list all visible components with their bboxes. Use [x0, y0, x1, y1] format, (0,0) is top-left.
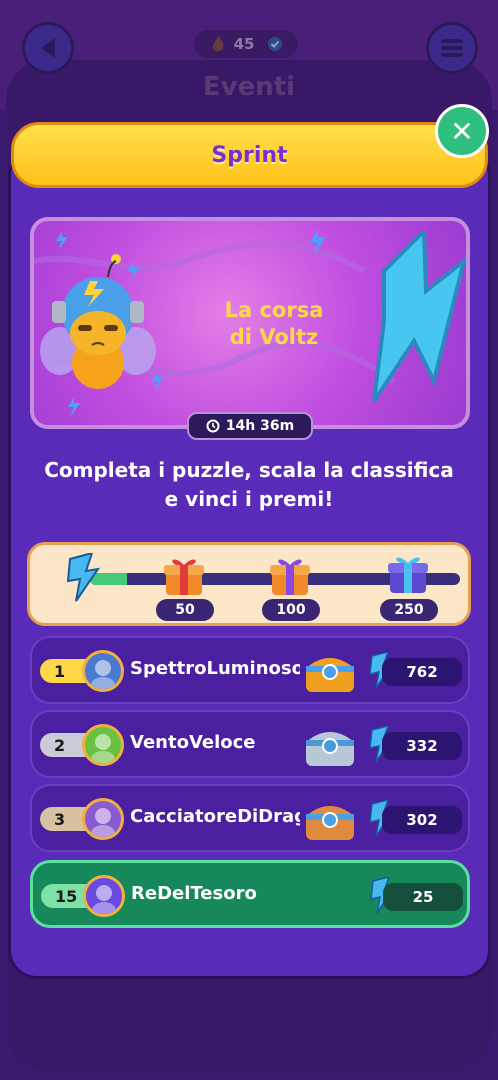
player-avatar	[82, 650, 124, 692]
player-avatar	[83, 875, 125, 917]
flame-score-value: 45	[233, 35, 255, 53]
progress-panel: 50 100 250	[27, 542, 471, 626]
rank-number: 3	[54, 809, 66, 829]
event-timer: 14h 36m	[187, 412, 313, 440]
event-illustration: La corsa di Voltz	[30, 217, 470, 429]
reward-chest-icon	[302, 798, 358, 842]
leaderboard-row[interactable]: 1 SpettroLuminoso 762	[30, 636, 470, 704]
back-button[interactable]	[22, 22, 74, 74]
player-score: 332	[382, 732, 462, 760]
hamburger-menu-icon	[441, 39, 463, 57]
player-name: CacciatoreDiDraghi	[130, 806, 300, 827]
close-icon: ✕	[450, 114, 474, 148]
event-name-line1: La corsa	[224, 298, 324, 322]
menu-button[interactable]	[426, 22, 478, 74]
timer-text: 14h 36m	[225, 418, 295, 434]
rank-number: 2	[54, 735, 66, 755]
leaderboard-row[interactable]: 3 CacciatoreDiDraghi 302	[30, 784, 470, 852]
player-avatar	[82, 798, 124, 840]
rank-number: 1	[54, 661, 66, 681]
leaderboard-row-self[interactable]: 15 ReDelTesoro 25	[30, 860, 470, 928]
milestone-100: 100	[262, 599, 320, 621]
close-button[interactable]: ✕	[435, 104, 489, 158]
event-name: La corsa di Voltz	[189, 297, 359, 352]
gift-blue-icon	[388, 557, 428, 593]
player-name: SpettroLuminoso	[130, 658, 300, 679]
player-name: VentoVeloce	[130, 732, 256, 753]
milestone-50: 50	[156, 599, 214, 621]
leaderboard-row[interactable]: 2 VentoVeloce 332	[30, 710, 470, 778]
flame-score-counter: 45	[194, 30, 298, 58]
modal-title-banner: Sprint	[11, 122, 488, 188]
player-score: 25	[383, 883, 463, 911]
progress-bolt-icon	[66, 553, 101, 602]
player-score: 302	[382, 806, 462, 834]
voltz-character-icon	[40, 254, 156, 389]
check-badge-icon	[268, 37, 283, 51]
gift-purple-icon	[270, 559, 310, 595]
player-name: ReDelTesoro	[131, 883, 257, 904]
clock-icon	[206, 419, 220, 433]
back-arrow-icon	[41, 38, 55, 58]
big-lightning-bolt-icon	[372, 231, 466, 403]
flame-icon	[212, 35, 224, 52]
reward-chest-icon	[302, 724, 358, 768]
rank-number: 15	[55, 886, 78, 906]
milestone-250: 250	[380, 599, 438, 621]
player-avatar	[82, 724, 124, 766]
gift-red-icon	[164, 559, 204, 595]
player-score: 762	[382, 658, 462, 686]
page-title: Eventi	[202, 72, 296, 102]
event-name-line2: di Voltz	[229, 325, 319, 350]
event-description: Completa i puzzle, scala la classifica e…	[44, 458, 454, 511]
modal-title: Sprint	[211, 142, 288, 168]
reward-chest-icon	[302, 650, 358, 694]
